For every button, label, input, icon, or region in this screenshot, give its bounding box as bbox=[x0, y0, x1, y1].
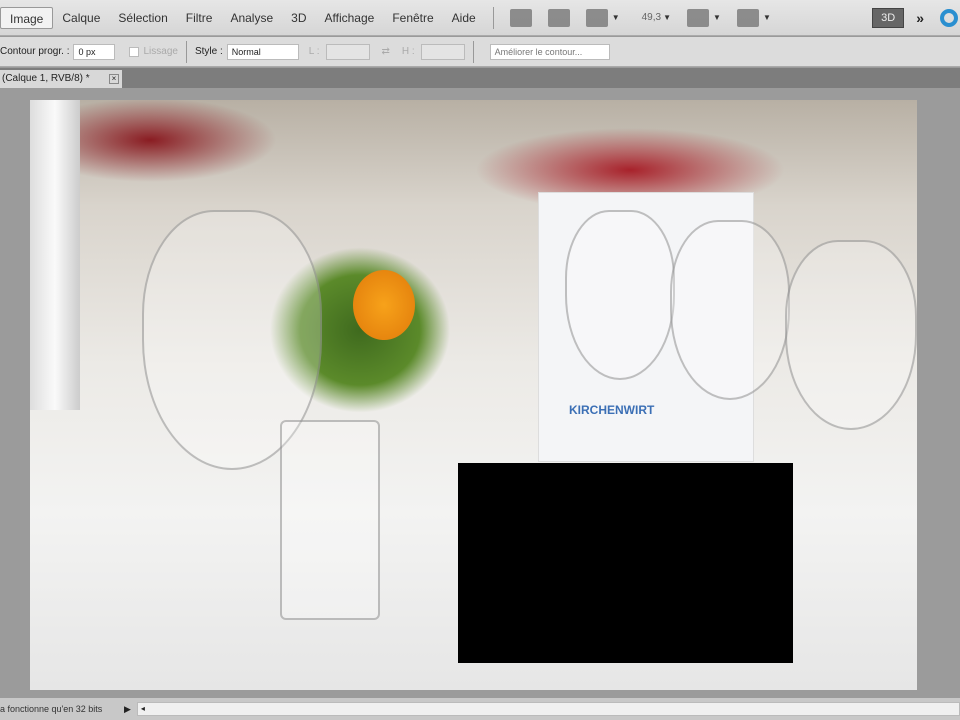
swap-icon[interactable]: ⇄ bbox=[382, 46, 390, 57]
view-extras-icon[interactable] bbox=[585, 8, 608, 27]
style-label: Style : bbox=[194, 46, 223, 57]
zoom-level[interactable]: 49,3 bbox=[642, 12, 661, 23]
document-tabs: (Calque 1, RVB/8) * × bbox=[0, 68, 960, 88]
workspace-3d-button[interactable]: 3D bbox=[872, 7, 905, 28]
menu-aide[interactable]: Aide bbox=[443, 7, 485, 29]
chevron-down-icon[interactable]: ▼ bbox=[663, 13, 671, 22]
close-icon[interactable]: × bbox=[109, 74, 119, 84]
orange-flower bbox=[353, 270, 415, 340]
image-canvas[interactable]: KIRCHENWIRT bbox=[30, 100, 917, 690]
menu-filtre[interactable]: Filtre bbox=[177, 7, 222, 29]
launch-bridge-icon[interactable] bbox=[509, 8, 532, 27]
antialias-label: Lissage bbox=[143, 46, 178, 57]
refine-edge-button[interactable]: Améliorer le contour... bbox=[489, 43, 610, 60]
card-text: KIRCHENWIRT bbox=[569, 403, 655, 417]
wine-glass bbox=[565, 210, 675, 380]
menu-3d[interactable]: 3D bbox=[282, 7, 315, 29]
mini-bridge-icon[interactable] bbox=[547, 8, 570, 27]
menu-fenetre[interactable]: Fenêtre bbox=[383, 7, 442, 29]
status-bar: a fonctionne qu'en 32 bits ▶ ◂ bbox=[0, 698, 960, 720]
menu-analyse[interactable]: Analyse bbox=[221, 7, 282, 29]
black-selection-fill bbox=[458, 463, 793, 663]
width-label: L : bbox=[308, 46, 320, 57]
status-menu-arrow[interactable]: ▶ bbox=[124, 704, 131, 715]
chevron-down-icon[interactable]: ▼ bbox=[612, 13, 620, 22]
chevron-down-icon[interactable]: ▼ bbox=[713, 13, 721, 22]
options-bar: Contour progr. : 0 px Lissage Style : No… bbox=[0, 37, 960, 67]
divider bbox=[185, 40, 187, 63]
menu-affichage[interactable]: Affichage bbox=[315, 7, 383, 29]
chevron-down-icon[interactable]: ▼ bbox=[763, 13, 771, 22]
wine-glass bbox=[670, 220, 790, 400]
candle bbox=[30, 100, 80, 410]
menu-calque[interactable]: Calque bbox=[53, 7, 109, 29]
arrange-documents-icon[interactable] bbox=[687, 8, 710, 27]
menu-selection[interactable]: Sélection bbox=[109, 7, 176, 29]
height-label: H : bbox=[401, 46, 415, 57]
menu-bar: Image Calque Sélection Filtre Analyse 3D… bbox=[0, 0, 960, 36]
more-workspaces-icon[interactable]: » bbox=[916, 10, 924, 26]
feather-input[interactable]: 0 px bbox=[73, 43, 116, 60]
width-input[interactable] bbox=[325, 43, 370, 60]
water-glass bbox=[280, 420, 380, 620]
antialias-checkbox[interactable] bbox=[129, 46, 140, 57]
cs-live-icon[interactable] bbox=[940, 8, 958, 27]
height-input[interactable] bbox=[420, 43, 465, 60]
tab-label: (Calque 1, RVB/8) * bbox=[2, 73, 90, 84]
horizontal-scrollbar[interactable]: ◂ bbox=[136, 702, 960, 716]
divider bbox=[472, 40, 474, 63]
style-select[interactable]: Normal bbox=[226, 43, 299, 60]
wine-glass bbox=[785, 240, 917, 430]
menu-image[interactable]: Image bbox=[0, 6, 54, 29]
feather-label: Contour progr. : bbox=[0, 46, 70, 57]
divider bbox=[492, 6, 494, 29]
status-text: a fonctionne qu'en 32 bits bbox=[0, 704, 103, 714]
screen-mode-icon[interactable] bbox=[736, 8, 759, 27]
tab-document[interactable]: (Calque 1, RVB/8) * × bbox=[0, 70, 122, 88]
